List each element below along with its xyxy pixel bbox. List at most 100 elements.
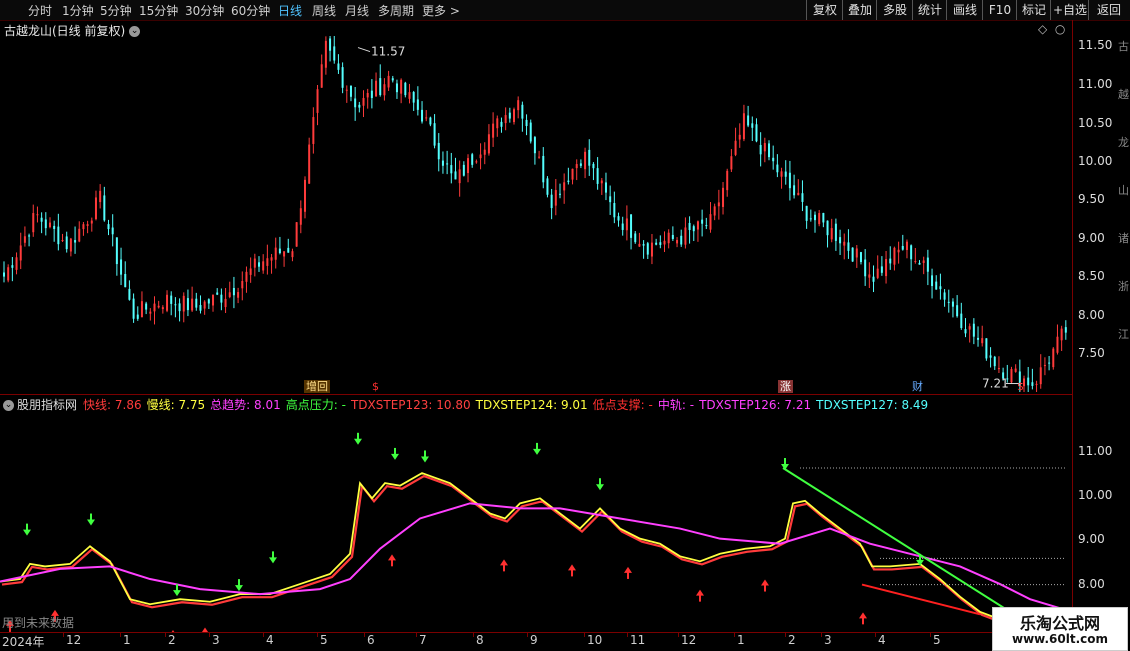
candle-body xyxy=(579,163,582,166)
candle-body xyxy=(935,281,938,290)
indicator-tick-label: 10.00 xyxy=(1078,488,1113,502)
candle-body xyxy=(1035,383,1038,385)
candle-body xyxy=(717,202,720,207)
expand-icon[interactable]: ○ xyxy=(1055,22,1065,36)
candle-body xyxy=(684,227,687,245)
candle-body xyxy=(111,227,114,235)
candle-body xyxy=(366,92,369,98)
time-tick-label: 10 xyxy=(587,633,603,647)
diamond-icon[interactable]: ◇ xyxy=(1038,22,1047,36)
candle-body xyxy=(513,109,516,123)
candle-body xyxy=(379,78,382,96)
toolbar-button-8[interactable]: 返回 xyxy=(1088,0,1129,20)
period-tab-2[interactable]: 5分钟 xyxy=(100,2,132,19)
candle-body xyxy=(571,168,574,180)
candle-body xyxy=(688,222,691,231)
time-tick-mark xyxy=(63,633,64,637)
candle-body xyxy=(354,98,357,108)
candle-body xyxy=(588,149,591,166)
candle-body xyxy=(383,84,386,96)
candle-body xyxy=(993,356,996,367)
period-tab-10[interactable]: 更多 > xyxy=(422,2,460,19)
toolbar-button-4[interactable]: 画线 xyxy=(946,0,983,20)
candle-body xyxy=(120,259,123,275)
candle-body xyxy=(124,273,127,288)
candle-body xyxy=(805,205,808,221)
high-price-label: 11.57 xyxy=(371,45,405,59)
period-tab-4[interactable]: 30分钟 xyxy=(185,2,224,19)
candle-body xyxy=(241,281,244,289)
event-marker-4[interactable]: $ xyxy=(1015,380,1026,393)
candle-body xyxy=(868,274,871,278)
event-marker-2[interactable]: 涨 xyxy=(778,380,793,393)
low-price-label: 7.21 xyxy=(982,377,1009,391)
candle-body xyxy=(186,298,189,311)
candlestick-chart[interactable]: 11.57 7.21 xyxy=(0,36,1072,392)
candle-body xyxy=(847,242,850,251)
event-marker-0[interactable]: 增回 xyxy=(304,380,330,393)
indicator-chart[interactable] xyxy=(0,410,1072,632)
candle-body xyxy=(337,63,340,70)
toolbar-button-3[interactable]: 统计 xyxy=(912,0,947,20)
candle-body xyxy=(596,168,599,184)
toolbar-button-1[interactable]: 叠加 xyxy=(842,0,877,20)
candle-body xyxy=(1064,327,1067,333)
candle-body xyxy=(797,192,800,196)
candle-body xyxy=(362,97,365,106)
candle-body xyxy=(600,180,603,184)
candle-body xyxy=(216,292,219,295)
candle-body xyxy=(496,118,499,129)
future-data-note: 用到未来数据 xyxy=(2,616,75,630)
candle-body xyxy=(74,240,77,243)
candle-body xyxy=(813,214,816,221)
candle-body xyxy=(680,235,683,245)
price-axis-border xyxy=(1072,20,1073,632)
period-tab-1[interactable]: 1分钟 xyxy=(62,2,94,19)
candle-body xyxy=(964,329,967,334)
toolbar-button-0[interactable]: 复权 xyxy=(806,0,843,20)
event-marker-1[interactable]: $ xyxy=(370,380,381,393)
toolbar-button-5[interactable]: F10 xyxy=(982,0,1017,20)
candle-body xyxy=(53,225,56,229)
toolbar-button-7[interactable]: +自选 xyxy=(1050,0,1089,20)
time-tick-label: 5 xyxy=(933,633,941,647)
candle-body xyxy=(659,242,662,245)
candle-body xyxy=(968,326,971,330)
candle-body xyxy=(128,288,131,300)
up-arrow-icon xyxy=(388,554,396,561)
candle-body xyxy=(592,163,595,169)
candle-body xyxy=(763,143,766,152)
candle-body xyxy=(253,258,256,268)
time-tick-mark xyxy=(527,633,528,637)
period-tab-5[interactable]: 60分钟 xyxy=(231,2,270,19)
candle-body xyxy=(876,268,879,278)
period-tab-7[interactable]: 周线 xyxy=(312,2,336,19)
up-arrow-icon xyxy=(696,589,704,596)
candle-body xyxy=(57,226,60,245)
candle-body xyxy=(939,286,942,290)
candle-body xyxy=(889,258,892,264)
slow-line-yellow xyxy=(0,472,1061,626)
candle-body xyxy=(99,190,102,203)
time-tick-mark xyxy=(627,633,628,637)
candle-body xyxy=(922,260,925,263)
candle-body xyxy=(650,242,653,257)
candle-body xyxy=(826,220,829,236)
toolbar-button-2[interactable]: 多股 xyxy=(876,0,913,20)
period-tab-8[interactable]: 月线 xyxy=(345,2,369,19)
period-tab-0[interactable]: 分时 xyxy=(28,2,52,19)
candle-body xyxy=(855,248,858,258)
period-tab-3[interactable]: 15分钟 xyxy=(139,2,178,19)
candle-body xyxy=(291,251,294,258)
down-arrow-icon xyxy=(173,590,181,597)
period-tab-6[interactable]: 日线 xyxy=(278,2,302,19)
candle-body xyxy=(621,223,624,230)
time-tick-mark xyxy=(165,633,166,637)
candle-body xyxy=(153,303,156,312)
event-marker-3[interactable]: 财 xyxy=(910,380,925,393)
candle-body xyxy=(517,100,520,111)
toolbar-button-6[interactable]: 标记 xyxy=(1016,0,1051,20)
candle-body xyxy=(843,241,846,246)
period-tab-9[interactable]: 多周期 xyxy=(378,2,414,19)
candle-body xyxy=(947,301,950,303)
